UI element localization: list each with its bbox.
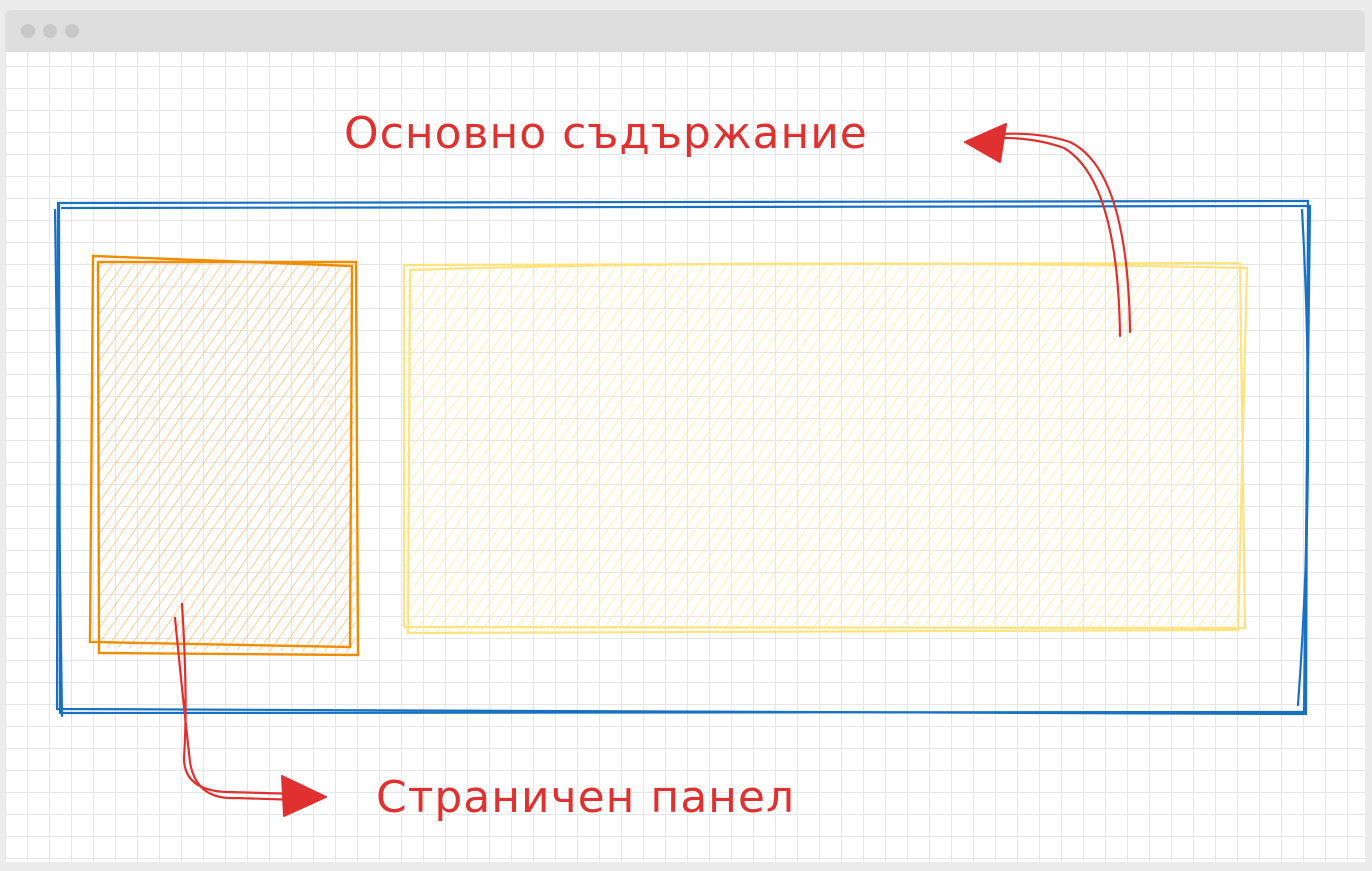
main-content-arrowhead: [964, 123, 1007, 163]
main-content-label: Основно съдържание: [344, 108, 868, 159]
sidebar-box: [88, 254, 360, 657]
layout-sketch: Основно съдържание Страничен панел: [53, 108, 1312, 823]
sidebar-label: Страничен панел: [376, 772, 795, 823]
sidebar-arrowhead: [281, 775, 327, 817]
